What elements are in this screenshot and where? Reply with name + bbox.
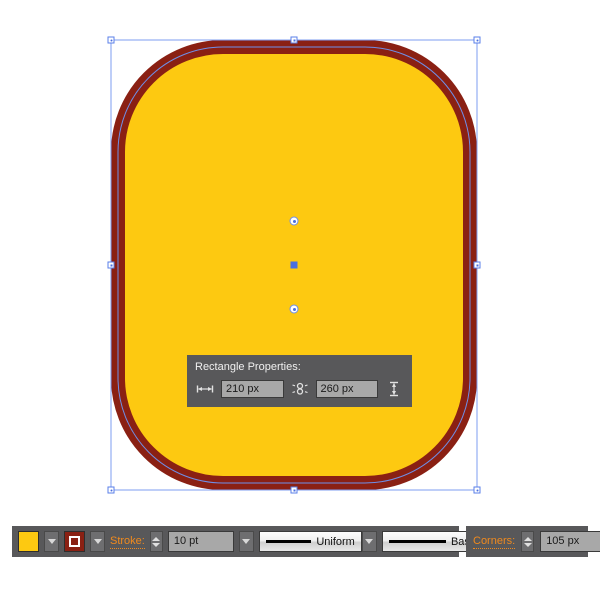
- stroke-ring-icon: [69, 536, 80, 547]
- corners-stepper-arrows-icon[interactable]: [521, 531, 535, 552]
- rotate-origin-target[interactable]: [289, 216, 299, 226]
- handle-dot: [110, 39, 112, 41]
- handle-dot: [110, 489, 112, 491]
- chevron-down-icon: [93, 539, 102, 544]
- handle-top-center[interactable]: [290, 36, 298, 44]
- stroke-toolbar-group: Stroke: 10 pt Uniform Basic: [12, 526, 500, 557]
- rectangle-properties-panel[interactable]: Rectangle Properties: 210 px 260 px: [187, 355, 412, 407]
- fill-color-swatch[interactable]: [18, 531, 39, 552]
- stepper-up-icon[interactable]: [152, 536, 161, 541]
- bottom-toolbar: Stroke: 10 pt Uniform Basic Corners: 105…: [0, 513, 600, 600]
- constrain-proportions-icon[interactable]: [290, 380, 310, 398]
- panel-fields-row: 210 px 260 px: [195, 380, 404, 398]
- stroke-profile-combo[interactable]: Uniform: [258, 531, 377, 552]
- handle-dot: [293, 489, 295, 491]
- rounded-rectangle-shape[interactable]: [0, 0, 600, 513]
- stepper-down-icon[interactable]: [152, 542, 161, 547]
- handle-bottom-right[interactable]: [473, 486, 481, 494]
- stroke-width-stepper-arrows-icon[interactable]: [149, 531, 163, 552]
- chevron-down-icon: [47, 539, 56, 544]
- stroke-core: [72, 539, 77, 544]
- corners-toolbar-group: Corners: 105 px: [466, 526, 600, 557]
- handle-top-left[interactable]: [107, 36, 115, 44]
- handle-dot: [476, 264, 478, 266]
- handle-dot: [110, 264, 112, 266]
- stroke-width-dropdown-chevron-down-icon[interactable]: [238, 531, 254, 552]
- panel-title: Rectangle Properties:: [195, 361, 301, 373]
- chevron-down-icon: [242, 539, 251, 544]
- stepper-down-icon[interactable]: [523, 542, 532, 547]
- stroke-dropdown-chevron-down-icon[interactable]: [90, 531, 105, 552]
- handle-middle-left[interactable]: [107, 261, 115, 269]
- stroke-profile-label: Uniform: [316, 535, 355, 548]
- corners-label[interactable]: Corners:: [473, 535, 516, 549]
- chevron-down-icon: [365, 539, 374, 544]
- stroke-label[interactable]: Stroke:: [110, 535, 145, 549]
- stroke-color-swatch[interactable]: [64, 531, 85, 552]
- handle-dot: [293, 39, 295, 41]
- handle-dot: [476, 489, 478, 491]
- center-anchor-square[interactable]: [290, 261, 298, 269]
- handle-bottom-center[interactable]: [290, 486, 298, 494]
- basic-brush-line-icon: [388, 540, 446, 543]
- handle-bottom-left[interactable]: [107, 486, 115, 494]
- fill-dropdown-chevron-down-icon[interactable]: [44, 531, 59, 552]
- handle-top-right[interactable]: [473, 36, 481, 44]
- corners-radius-input[interactable]: 105 px: [540, 531, 600, 552]
- handle-middle-right[interactable]: [473, 261, 481, 269]
- stroke-profile-preview[interactable]: Uniform: [258, 531, 362, 552]
- width-input[interactable]: 210 px: [221, 380, 284, 398]
- height-input[interactable]: 260 px: [315, 380, 378, 398]
- stroke-profile-chevron-down-icon[interactable]: [361, 531, 377, 552]
- stepper-up-icon[interactable]: [523, 536, 532, 541]
- transform-origin-target[interactable]: [289, 304, 299, 314]
- width-arrows-icon: [195, 380, 215, 398]
- uniform-profile-line-icon: [265, 540, 312, 543]
- stroke-width-input[interactable]: 10 pt: [167, 531, 234, 552]
- artboard-canvas[interactable]: Rectangle Properties: 210 px 260 px: [0, 0, 600, 513]
- height-arrows-icon: [384, 380, 404, 398]
- handle-dot: [476, 39, 478, 41]
